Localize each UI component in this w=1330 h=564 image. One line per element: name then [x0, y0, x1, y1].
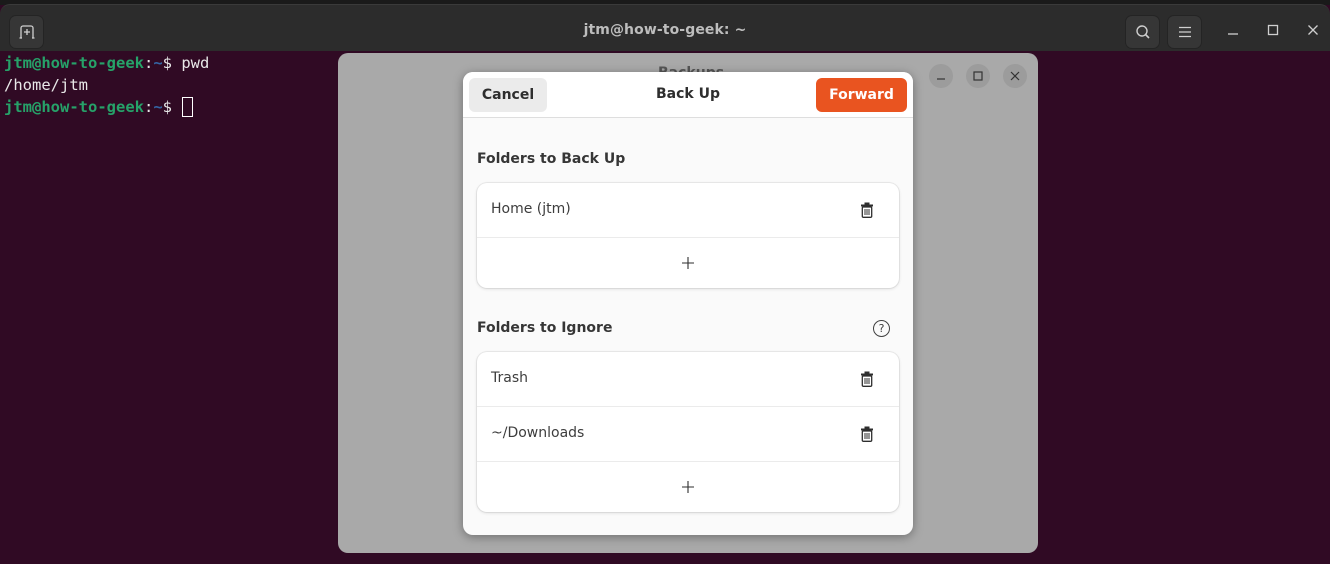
- folder-label: Trash: [491, 370, 528, 386]
- section-title-back-up: Folders to Back Up: [477, 151, 626, 167]
- terminal-titlebar: jtm@how-to-geek: ~: [0, 4, 1330, 51]
- add-folder-row: [477, 238, 899, 288]
- minimize-icon: [937, 78, 945, 80]
- folders-to-ignore-list: Trash ~/Downloads: [477, 352, 899, 512]
- prompt-symbol: $: [162, 98, 182, 116]
- add-folder-row: [477, 462, 899, 512]
- prompt-user: jtm@how-to-geek: [4, 54, 144, 72]
- trash-icon: [861, 371, 873, 387]
- terminal-line: jtm@how-to-geek:~$ pwd: [4, 52, 209, 74]
- forward-button[interactable]: Forward: [816, 78, 907, 112]
- trash-icon: [861, 202, 873, 218]
- command-text: pwd: [181, 54, 210, 72]
- back-up-dialog: Cancel Back Up Forward Folders to Back U…: [463, 72, 913, 535]
- remove-folder-button[interactable]: [857, 200, 877, 220]
- maximize-button[interactable]: [1263, 20, 1283, 40]
- plus-icon: [682, 257, 694, 269]
- dialog-header: Cancel Back Up Forward: [463, 72, 913, 118]
- folder-label: Home (jtm): [491, 201, 571, 217]
- terminal-output[interactable]: jtm@how-to-geek:~$ pwd /home/jtm jtm@how…: [4, 52, 209, 118]
- prompt-symbol: $: [162, 54, 182, 72]
- terminal-line: /home/jtm: [4, 74, 209, 96]
- cancel-button[interactable]: Cancel: [469, 78, 547, 112]
- search-button[interactable]: [1125, 15, 1160, 49]
- prompt-path: ~: [153, 98, 163, 116]
- plus-icon: [682, 481, 694, 493]
- list-item: ~/Downloads: [477, 407, 899, 462]
- add-folder-button[interactable]: [477, 238, 899, 288]
- command-output: /home/jtm: [4, 76, 88, 94]
- minimize-button[interactable]: [1223, 20, 1243, 40]
- close-button[interactable]: [1303, 20, 1323, 40]
- close-icon: [1010, 71, 1020, 81]
- list-item: Home (jtm): [477, 183, 899, 238]
- remove-folder-button[interactable]: [857, 424, 877, 444]
- search-icon: [1135, 25, 1150, 39]
- maximize-icon: [1267, 24, 1279, 36]
- prompt-separator: :: [143, 98, 154, 116]
- prompt-separator: :: [143, 54, 154, 72]
- help-button[interactable]: ?: [873, 320, 890, 337]
- trash-icon: [861, 426, 873, 442]
- terminal-cursor: [182, 97, 194, 117]
- prompt-user: jtm@how-to-geek: [4, 98, 144, 116]
- folder-label: ~/Downloads: [491, 425, 585, 441]
- prompt-path: ~: [153, 54, 163, 72]
- minimize-icon: [1228, 33, 1238, 35]
- terminal-line: jtm@how-to-geek:~$: [4, 96, 209, 118]
- folders-to-back-up-list: Home (jtm): [477, 183, 899, 288]
- list-item: Trash: [477, 352, 899, 407]
- add-ignored-folder-button[interactable]: [477, 462, 899, 512]
- backups-maximize-button[interactable]: [966, 64, 990, 88]
- maximize-icon: [973, 71, 983, 81]
- remove-folder-button[interactable]: [857, 369, 877, 389]
- menu-button[interactable]: [1167, 15, 1202, 49]
- hamburger-menu-icon: [1178, 26, 1191, 38]
- backups-close-button[interactable]: [1003, 64, 1027, 88]
- section-title-ignore: Folders to Ignore: [477, 320, 613, 336]
- backups-minimize-button[interactable]: [929, 64, 953, 88]
- close-icon: [1308, 25, 1318, 35]
